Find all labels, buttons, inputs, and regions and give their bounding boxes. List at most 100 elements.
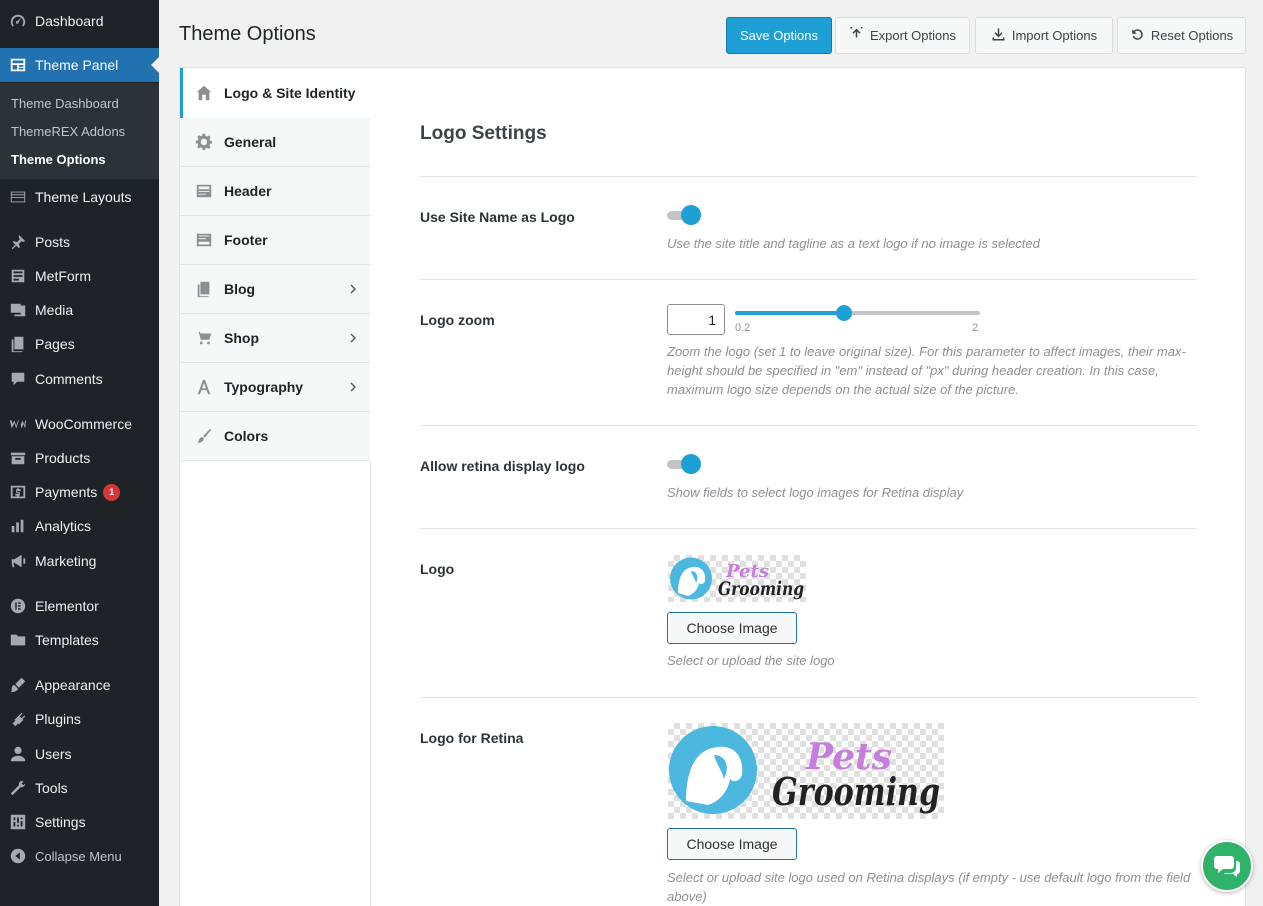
comments-icon xyxy=(8,370,27,389)
media-icon xyxy=(8,301,27,320)
retina-logo-choose-image-button[interactable]: Choose Image xyxy=(667,828,797,860)
divider xyxy=(420,176,1197,177)
sidebar-item-elementor[interactable]: Elementor xyxy=(0,589,159,623)
logo-zoom-slider[interactable] xyxy=(735,305,980,327)
sidebar-item-templates[interactable]: Templates xyxy=(0,623,159,657)
tabs-divider xyxy=(370,461,371,906)
dog-logo-mark xyxy=(670,557,712,600)
payments-icon xyxy=(8,483,27,502)
tab-typography[interactable]: Typography xyxy=(180,363,370,412)
retina-logo-toggle[interactable] xyxy=(667,454,703,474)
tab-label: Colors xyxy=(224,428,269,444)
sidebar-item-label: Pages xyxy=(35,336,75,352)
save-options-button[interactable]: Save Options xyxy=(726,17,832,54)
sidebar-item-theme-panel[interactable]: Theme Panel xyxy=(0,48,159,82)
export-options-button[interactable]: Export Options xyxy=(835,17,970,54)
sidebar-item-label: Products xyxy=(35,450,91,466)
analytics-icon xyxy=(8,517,27,536)
blog-icon xyxy=(194,279,214,299)
option-label-site-name-logo: Use Site Name as Logo xyxy=(420,209,575,225)
sidebar-item-label: Media xyxy=(35,302,74,318)
home-icon xyxy=(194,83,214,103)
pin-icon xyxy=(8,233,27,252)
sidebar-item-payments[interactable]: Payments 1 xyxy=(0,475,159,509)
import-options-button[interactable]: Import Options xyxy=(975,17,1113,54)
tab-shop[interactable]: Shop xyxy=(180,314,370,363)
site-name-logo-toggle[interactable] xyxy=(667,205,703,225)
reset-options-label: Reset Options xyxy=(1150,28,1234,43)
submenu-theme-dashboard[interactable]: Theme Dashboard xyxy=(11,96,119,111)
woocommerce-icon xyxy=(8,415,27,434)
sidebar-item-plugins[interactable]: Plugins xyxy=(0,702,159,736)
sidebar-item-label: Payments xyxy=(35,484,98,500)
cart-icon xyxy=(194,328,214,348)
tab-footer[interactable]: Footer xyxy=(180,216,370,265)
chat-icon xyxy=(1213,851,1241,882)
sidebar-item-label: Dashboard xyxy=(35,13,104,29)
tab-logo-site-identity[interactable]: Logo & Site Identity xyxy=(180,68,371,118)
chevron-right-icon xyxy=(348,380,360,392)
sidebar-item-metform[interactable]: MetForm xyxy=(0,259,159,293)
sidebar-item-pages[interactable]: Pages xyxy=(0,327,159,361)
sidebar-item-label: Settings xyxy=(35,814,86,830)
divider xyxy=(420,279,1197,280)
option-label-logo-zoom: Logo zoom xyxy=(420,312,495,328)
choose-image-label: Choose Image xyxy=(686,620,778,636)
theme-panel-icon xyxy=(8,56,27,75)
logo-zoom-description: Zoom the logo (set 1 to leave original s… xyxy=(667,344,1186,397)
options-tabs: Logo & Site Identity General Header Foot… xyxy=(180,68,371,461)
export-icon xyxy=(849,25,864,45)
logo-text-grooming: Grooming xyxy=(718,578,804,600)
tab-label: Header xyxy=(224,183,272,199)
plugin-icon xyxy=(8,710,27,729)
sidebar-item-products[interactable]: Products xyxy=(0,441,159,475)
chevron-right-icon xyxy=(348,331,360,343)
brush-icon xyxy=(8,676,27,695)
sidebar-item-media[interactable]: Media xyxy=(0,293,159,327)
sidebar-item-tools[interactable]: Tools xyxy=(0,771,159,805)
page-title: Theme Options xyxy=(179,23,316,45)
reset-icon xyxy=(1130,27,1145,45)
slider-fill xyxy=(735,311,844,315)
sidebar-item-comments[interactable]: Comments xyxy=(0,362,159,396)
products-icon xyxy=(8,449,27,468)
sidebar-item-appearance[interactable]: Appearance xyxy=(0,668,159,702)
sidebar-item-settings[interactable]: Settings xyxy=(0,805,159,839)
sidebar-item-label: Plugins xyxy=(35,711,81,727)
toggle-knob xyxy=(681,205,701,225)
tab-colors[interactable]: Colors xyxy=(180,412,370,461)
submenu-themerex-addons[interactable]: ThemeREX Addons xyxy=(11,124,125,139)
sidebar-item-label: MetForm xyxy=(35,268,91,284)
sidebar-item-theme-layouts[interactable]: Theme Layouts xyxy=(0,180,159,214)
sidebar-item-dashboard[interactable]: Dashboard xyxy=(0,4,159,38)
collapse-menu-button[interactable]: Collapse Menu xyxy=(0,839,159,873)
submenu-theme-options[interactable]: Theme Options xyxy=(11,152,106,167)
logo-zoom-input[interactable] xyxy=(667,304,725,335)
sidebar-item-label: Theme Panel xyxy=(35,57,119,73)
megaphone-icon xyxy=(8,552,27,571)
divider xyxy=(420,697,1197,698)
reset-options-button[interactable]: Reset Options xyxy=(1117,17,1246,54)
chat-widget-button[interactable] xyxy=(1201,840,1253,892)
logo-choose-image-button[interactable]: Choose Image xyxy=(667,612,797,644)
tab-blog[interactable]: Blog xyxy=(180,265,370,314)
retina-logo-description: Select or upload site logo used on Retin… xyxy=(667,870,1191,904)
sidebar-item-users[interactable]: Users xyxy=(0,737,159,771)
sidebar-item-label: Collapse Menu xyxy=(35,848,122,864)
sidebar-item-analytics[interactable]: Analytics xyxy=(0,509,159,543)
sidebar-item-posts[interactable]: Posts xyxy=(0,225,159,259)
divider xyxy=(420,528,1197,529)
theme-panel-submenu: Theme Dashboard ThemeREX Addons Theme Op… xyxy=(0,83,159,179)
sidebar-item-woocommerce[interactable]: WooCommerce xyxy=(0,407,159,441)
tab-general[interactable]: General xyxy=(180,118,370,167)
admin-sidebar: Dashboard Theme Panel Theme Dashboard Th… xyxy=(0,0,159,906)
sidebar-item-marketing[interactable]: Marketing xyxy=(0,544,159,578)
tab-header[interactable]: Header xyxy=(180,167,370,216)
save-options-label: Save Options xyxy=(739,28,819,43)
tab-label: Footer xyxy=(224,232,268,248)
user-icon xyxy=(8,745,27,764)
sidebar-item-label: WooCommerce xyxy=(35,416,132,432)
retina-logo-preview-image: Pets Grooming xyxy=(668,723,944,819)
slider-handle[interactable] xyxy=(835,305,852,321)
header-icon xyxy=(194,181,214,201)
